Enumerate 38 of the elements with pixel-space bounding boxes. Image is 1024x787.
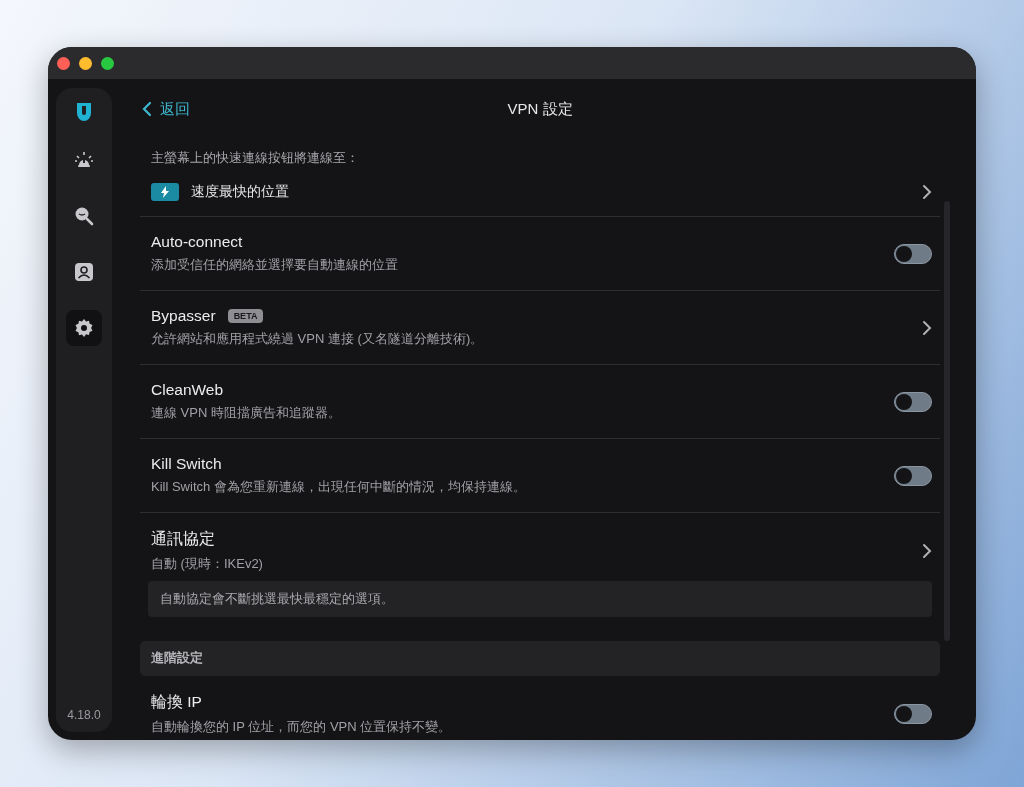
shield-logo-icon bbox=[76, 102, 92, 122]
user-icon bbox=[74, 262, 94, 282]
section-header: 進階設定 bbox=[140, 641, 940, 676]
setting-description: Kill Switch 會為您重新連線，出現任何中斷的情況，均保持連線。 bbox=[151, 478, 527, 496]
setting-title: 輪換 IP bbox=[151, 692, 202, 712]
version-label: 4.18.0 bbox=[67, 708, 101, 722]
chevron-right-icon[interactable] bbox=[922, 543, 932, 559]
toggle-switch[interactable] bbox=[894, 465, 932, 486]
quick-connect-caption: 主螢幕上的快速連線按钮將連線至： bbox=[150, 149, 360, 167]
window-control-button[interactable] bbox=[57, 56, 70, 70]
lightning-icon bbox=[151, 182, 179, 201]
sidebar-nav-button[interactable] bbox=[66, 310, 102, 346]
alarm-icon bbox=[74, 150, 94, 170]
setting-description: 連線 VPN 時阻擋廣告和追蹤器。 bbox=[151, 404, 342, 422]
setting-description: 自動輪換您的 IP 位址，而您的 VPN 位置保持不變。 bbox=[151, 718, 453, 736]
setting-title: Auto-connect bbox=[151, 233, 243, 251]
back-button[interactable]: 返回 bbox=[140, 99, 190, 119]
info-note: 自動協定會不斷挑選最快最穩定的選項。 bbox=[148, 581, 932, 617]
window-control-button[interactable] bbox=[79, 56, 92, 70]
setting-description: 自動 (現時：IKEv2) bbox=[151, 555, 264, 573]
setting-title: Kill Switch bbox=[151, 455, 222, 473]
toggle-switch[interactable] bbox=[894, 391, 932, 412]
page-title: VPN 設定 bbox=[507, 99, 573, 119]
setting-description: 允許網站和應用程式繞過 VPN 連接 (又名隧道分離技術)。 bbox=[151, 330, 485, 348]
setting-description: 添加受信任的網絡並選擇要自動連線的位置 bbox=[151, 256, 399, 274]
setting-title: CleanWeb bbox=[151, 381, 224, 399]
setting-title: 通訊協定 bbox=[151, 529, 215, 549]
toggle-switch[interactable] bbox=[894, 704, 932, 724]
settings-icon bbox=[74, 318, 94, 338]
window-control-button[interactable] bbox=[101, 56, 114, 70]
quick-connect-target: 速度最快的位置 bbox=[191, 182, 290, 201]
setting-title: Bypasser bbox=[151, 307, 216, 325]
chevron-right-icon[interactable] bbox=[922, 183, 932, 200]
chevron-left-icon bbox=[142, 101, 152, 117]
chevron-right-icon[interactable] bbox=[922, 319, 932, 336]
toggle-switch[interactable] bbox=[894, 243, 932, 264]
beta-badge: BETA bbox=[227, 309, 264, 323]
search-icon bbox=[74, 206, 94, 226]
